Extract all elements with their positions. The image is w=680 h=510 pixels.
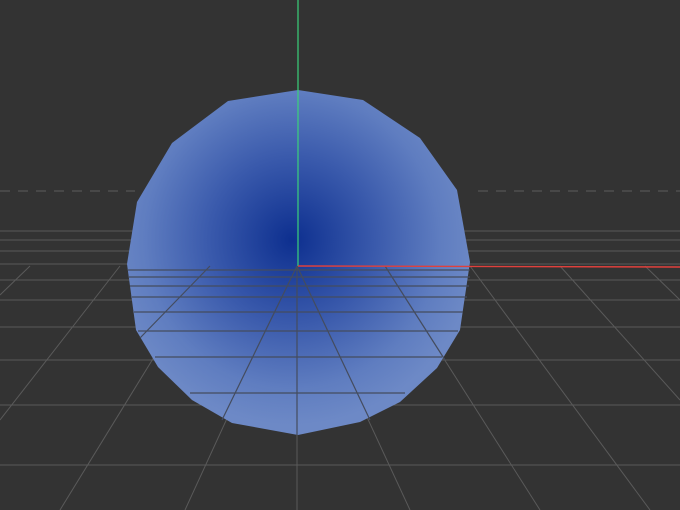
x-axis-line <box>297 265 680 268</box>
grid-line <box>644 265 680 301</box>
scene-canvas[interactable] <box>0 0 680 510</box>
3d-viewport[interactable] <box>0 0 680 510</box>
grid-line <box>0 265 121 421</box>
grid-line <box>559 265 680 401</box>
grid-line <box>469 265 651 510</box>
